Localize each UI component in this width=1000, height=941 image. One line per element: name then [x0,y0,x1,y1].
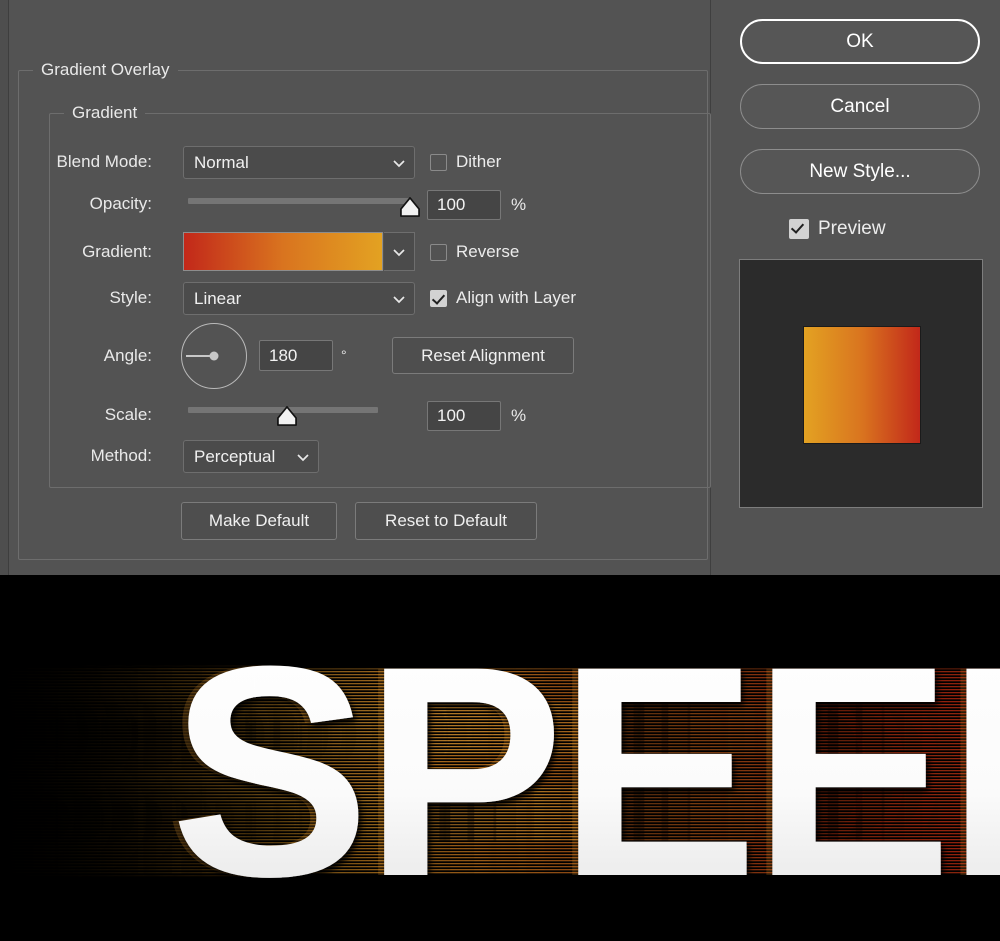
style-preview-box [739,259,983,508]
scale-value: 100 [437,406,466,425]
speed-artwork-svg: SPEED [0,575,1000,941]
opacity-value: 100 [437,195,466,214]
align-with-layer-label: Align with Layer [456,288,577,307]
gradient-label: Gradient: [82,242,152,261]
reverse-checkbox[interactable]: Reverse [430,242,519,262]
reset-to-default-button[interactable]: Reset to Default [355,502,537,540]
method-value: Perceptual [194,446,276,466]
chevron-down-icon [392,245,406,259]
dither-checkbox[interactable]: Dither [430,152,501,172]
cancel-label: Cancel [830,95,890,117]
chevron-down-icon [392,292,406,306]
dither-label: Dither [456,152,502,171]
opacity-input[interactable]: 100 [427,190,501,220]
gradient-overlay-group: Gradient Overlay Gradient [18,60,711,560]
new-style-button[interactable]: New Style... [740,149,980,194]
opacity-slider[interactable] [188,192,420,217]
scale-label: Scale: [104,405,152,424]
scale-input[interactable]: 100 [427,401,501,431]
new-style-label: New Style... [809,160,911,182]
align-with-layer-checkbox-box[interactable] [430,289,447,307]
reset-alignment-button[interactable]: Reset Alignment [392,337,574,374]
angle-unit: ° [341,347,347,363]
angle-value: 180 [269,345,298,365]
blend-mode-select[interactable]: Normal [183,146,415,179]
screenshot-root: Gradient Overlay Gradient Blend Mode: No… [0,0,1000,941]
angle-dial-hub [209,351,219,361]
chevron-down-icon [296,450,310,464]
speed-word [170,603,1000,939]
blend-mode-value: Normal [194,152,249,172]
ok-button[interactable]: OK [740,19,980,64]
gradient-legend: Gradient [64,103,146,123]
preview-checkbox-box[interactable] [789,219,809,239]
ok-label: OK [846,30,874,52]
scale-slider[interactable] [188,401,378,427]
opacity-label: Opacity: [89,194,152,213]
scale-slider-thumb[interactable] [276,405,298,427]
blend-mode-label: Blend Mode: [56,152,152,171]
method-label: Method: [90,446,152,465]
dialog-left-edge [0,0,9,575]
style-preview-swatch [803,326,921,444]
scale-unit: % [511,406,527,425]
opacity-slider-thumb[interactable] [399,196,421,218]
angle-dial[interactable] [181,323,247,389]
angle-label: Angle: [103,346,152,365]
preview-label: Preview [818,218,886,239]
make-default-label: Make Default [208,511,310,530]
dither-checkbox-box[interactable] [430,153,447,171]
reverse-label: Reverse [456,242,520,261]
reset-alignment-label: Reset Alignment [421,345,545,365]
style-select[interactable]: Linear [183,282,415,315]
method-select[interactable]: Perceptual [183,440,319,473]
chevron-down-icon [392,156,406,170]
align-with-layer-checkbox[interactable]: Align with Layer [430,288,576,308]
gradient-swatch[interactable] [183,232,383,271]
layer-style-dialog: Gradient Overlay Gradient Blend Mode: No… [0,0,1000,575]
gradient-overlay-legend: Gradient Overlay [33,60,178,80]
reset-to-default-label: Reset to Default [385,511,507,530]
style-value: Linear [194,288,242,308]
gradient-picker-dropdown[interactable] [384,232,415,271]
opacity-unit: % [511,195,527,214]
preview-checkbox[interactable]: Preview [789,219,886,239]
reverse-checkbox-box[interactable] [430,243,447,261]
style-label: Style: [109,288,152,307]
opacity-slider-track[interactable] [188,198,410,204]
speed-artwork: SPEED [0,575,1000,941]
make-default-button[interactable]: Make Default [181,502,337,540]
cancel-button[interactable]: Cancel [740,84,980,129]
gradient-swatch-fill [184,233,382,270]
angle-input[interactable]: 180 [259,340,333,371]
